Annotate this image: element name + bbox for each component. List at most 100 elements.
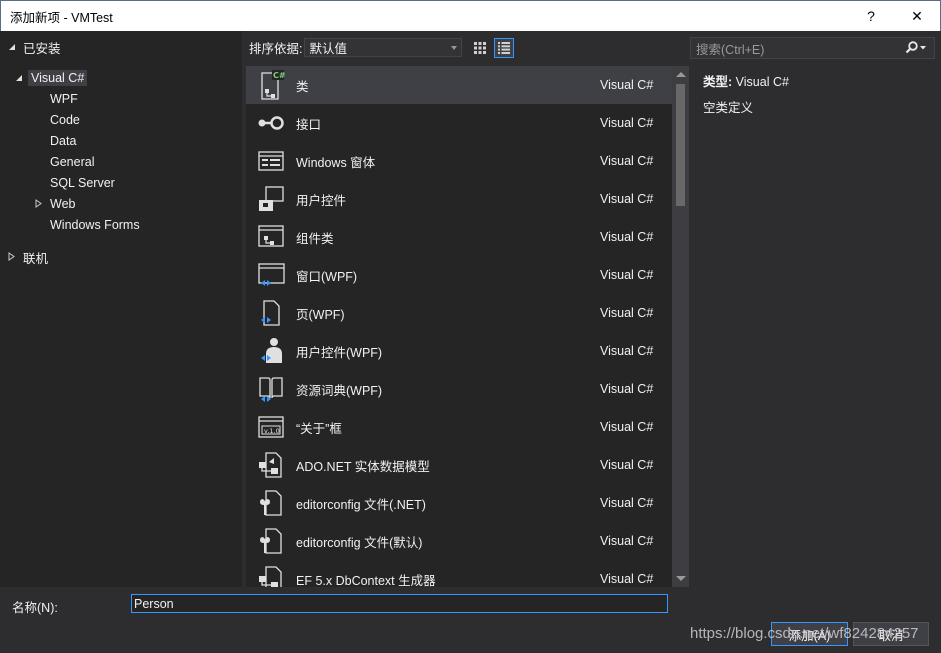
list-item[interactable]: Windows 窗体 Visual C# [246,142,672,180]
category-tree: 已安装 Visual C# WPF Code Data General SQL … [0,31,242,587]
grid-view-icon [474,41,487,54]
wpf-window-icon [246,261,296,289]
list-item[interactable]: editorconfig 文件(.NET) Visual C# [246,484,672,522]
template-language: Visual C# [600,420,654,434]
template-list-scrollbar[interactable] [672,66,689,587]
list-item[interactable]: 资源词典(WPF) Visual C# [246,370,672,408]
template-language: Visual C# [600,230,654,244]
template-info-panel: 类型: Visual C# 空类定义 [703,71,789,116]
template-list: C# 类 Visual C# 接口 Visual C# Windows 窗体 V… [246,66,672,587]
template-name: EF 5.x DbContext 生成器 [296,573,436,588]
list-item[interactable]: 窗口(WPF) Visual C# [246,256,672,294]
window-title: 添加新项 - VMTest [10,10,113,25]
list-item[interactable]: v.1.0 “关于”框 Visual C# [246,408,672,446]
template-name: editorconfig 文件(默认) [296,535,423,550]
tree-node-installed[interactable]: 已安装 [8,37,61,57]
list-item[interactable]: 接口 Visual C# [246,104,672,142]
template-name: ADO.NET 实体数据模型 [296,459,430,474]
list-item[interactable]: EF 5.x DbContext 生成器 Visual C# [246,560,672,587]
name-input[interactable] [131,594,668,613]
editorconfig-icon [246,526,296,556]
small-icons-view-button[interactable] [470,38,490,58]
tree-node-general[interactable]: General [50,152,94,172]
template-name: 窗口(WPF) [296,269,358,284]
dbcontext-generator-icon [246,564,296,587]
template-language: Visual C# [600,344,654,358]
interface-icon [246,113,296,133]
tree-node-code[interactable]: Code [50,110,80,130]
help-button[interactable]: ? [848,1,894,31]
template-description: 空类定义 [703,101,754,115]
template-language: Visual C# [600,458,654,472]
search-placeholder: 搜索(Ctrl+E) [696,42,765,57]
sort-dropdown[interactable]: 默认值 [304,38,463,57]
name-label: 名称(N): [12,601,58,615]
list-item[interactable]: ADO.NET 实体数据模型 Visual C# [246,446,672,484]
template-language: Visual C# [600,496,654,510]
template-language: Visual C# [600,572,654,586]
template-name: 组件类 [296,231,334,246]
tree-label-web: Web [50,197,76,211]
template-language: Visual C# [600,154,654,168]
collapsed-arrow-icon[interactable] [8,250,23,264]
template-language: Visual C# [600,116,654,130]
sort-value: 默认值 [309,42,347,56]
list-item[interactable]: 用户控件 Visual C# [246,180,672,218]
class-icon: C# [246,69,296,101]
template-name: 资源词典(WPF) [296,383,383,398]
tree-node-data[interactable]: Data [50,131,76,151]
chevron-down-icon [451,46,458,50]
tree-node-visual-csharp[interactable]: Visual C# [15,68,88,88]
wpf-page-icon [246,298,296,328]
tree-label-windows-forms: Windows Forms [50,218,140,232]
close-button[interactable]: ✕ [894,1,940,31]
tree-label-installed: 已安装 [23,41,61,56]
type-value: Visual C# [735,75,789,89]
template-name: “关于”框 [296,421,342,436]
component-class-icon [246,223,296,251]
search-icon[interactable] [905,41,927,58]
list-view-button[interactable] [494,37,515,58]
template-language: Visual C# [600,268,654,282]
template-name: 用户控件(WPF) [296,345,383,360]
scroll-down-icon[interactable] [676,576,686,581]
template-name: editorconfig 文件(.NET) [296,497,426,512]
svg-text:C#: C# [273,71,286,80]
user-control-icon [246,184,296,214]
tree-label-online: 联机 [23,251,49,266]
list-item[interactable]: 组件类 Visual C# [246,218,672,256]
template-name: 页(WPF) [296,307,345,322]
windows-form-icon [246,149,296,173]
title-bar: 添加新项 - VMTest ? ✕ [0,0,941,31]
tree-node-web[interactable]: Web [35,194,75,214]
tree-node-wpf[interactable]: WPF [50,89,78,109]
editorconfig-icon [246,488,296,518]
scroll-up-icon[interactable] [676,72,686,77]
expanded-arrow-icon[interactable] [8,40,18,54]
tree-label-sql-server: SQL Server [50,176,115,190]
template-language: Visual C# [600,382,654,396]
template-name: 用户控件 [296,193,347,208]
tree-node-sql-server[interactable]: SQL Server [50,173,115,193]
svg-text:v.1.0: v.1.0 [264,427,280,435]
list-item[interactable]: 用户控件(WPF) Visual C# [246,332,672,370]
list-item[interactable]: C# 类 Visual C# [246,66,672,104]
list-item[interactable]: 页(WPF) Visual C# [246,294,672,332]
tree-node-online[interactable]: 联机 [8,247,48,267]
tree-node-windows-forms[interactable]: Windows Forms [50,215,140,235]
about-box-icon: v.1.0 [246,414,296,440]
list-item[interactable]: editorconfig 文件(默认) Visual C# [246,522,672,560]
tree-label-data: Data [50,134,77,148]
template-language: Visual C# [600,78,654,92]
search-box[interactable]: 搜索(Ctrl+E) [690,37,935,59]
tree-label-general: General [50,155,95,169]
template-language: Visual C# [600,534,654,548]
collapsed-arrow-icon[interactable] [35,197,50,211]
watermark-text: https://blog.csdn.net/wf824284257 [690,625,919,642]
tree-label-visual-csharp: Visual C# [28,70,88,86]
list-view-icon [498,41,511,54]
expanded-arrow-icon[interactable] [15,71,25,85]
scroll-thumb[interactable] [676,84,685,206]
bottom-bar: 名称(N): 添加(A) 取消 [0,587,941,653]
template-language: Visual C# [600,306,654,320]
